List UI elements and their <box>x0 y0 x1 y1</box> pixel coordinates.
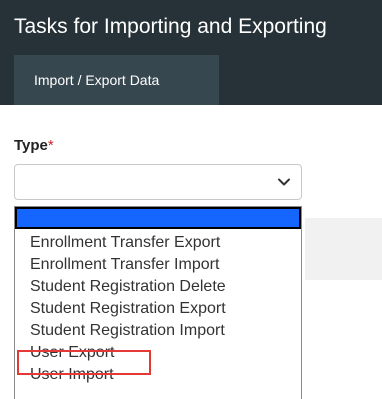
required-marker: * <box>47 137 54 154</box>
dropdown-option-enrollment-transfer-import[interactable]: Enrollment Transfer Import <box>30 255 219 275</box>
tab-label: Import / Export Data <box>34 72 160 88</box>
dropdown-option-enrollment-transfer-export[interactable]: Enrollment Transfer Export <box>30 233 220 253</box>
dropdown-option-student-registration-delete[interactable]: Student Registration Delete <box>30 277 226 297</box>
type-label-text: Type <box>14 137 48 154</box>
type-select[interactable] <box>14 164 302 200</box>
chevron-down-icon <box>278 178 290 186</box>
tab-import-export-data[interactable]: Import / Export Data <box>14 55 219 105</box>
user-export-annotation <box>17 350 151 375</box>
dropdown-option-student-registration-import[interactable]: Student Registration Import <box>30 321 225 341</box>
tab-bar: Import / Export Data <box>0 55 382 105</box>
background-panel <box>305 218 382 280</box>
title-bar: Tasks for Importing and Exporting <box>0 0 382 55</box>
dropdown-option-blank[interactable] <box>15 207 301 229</box>
page-title: Tasks for Importing and Exporting <box>14 15 327 38</box>
dropdown-option-student-registration-export[interactable]: Student Registration Export <box>30 299 226 319</box>
type-field-label: Type* <box>14 137 54 155</box>
